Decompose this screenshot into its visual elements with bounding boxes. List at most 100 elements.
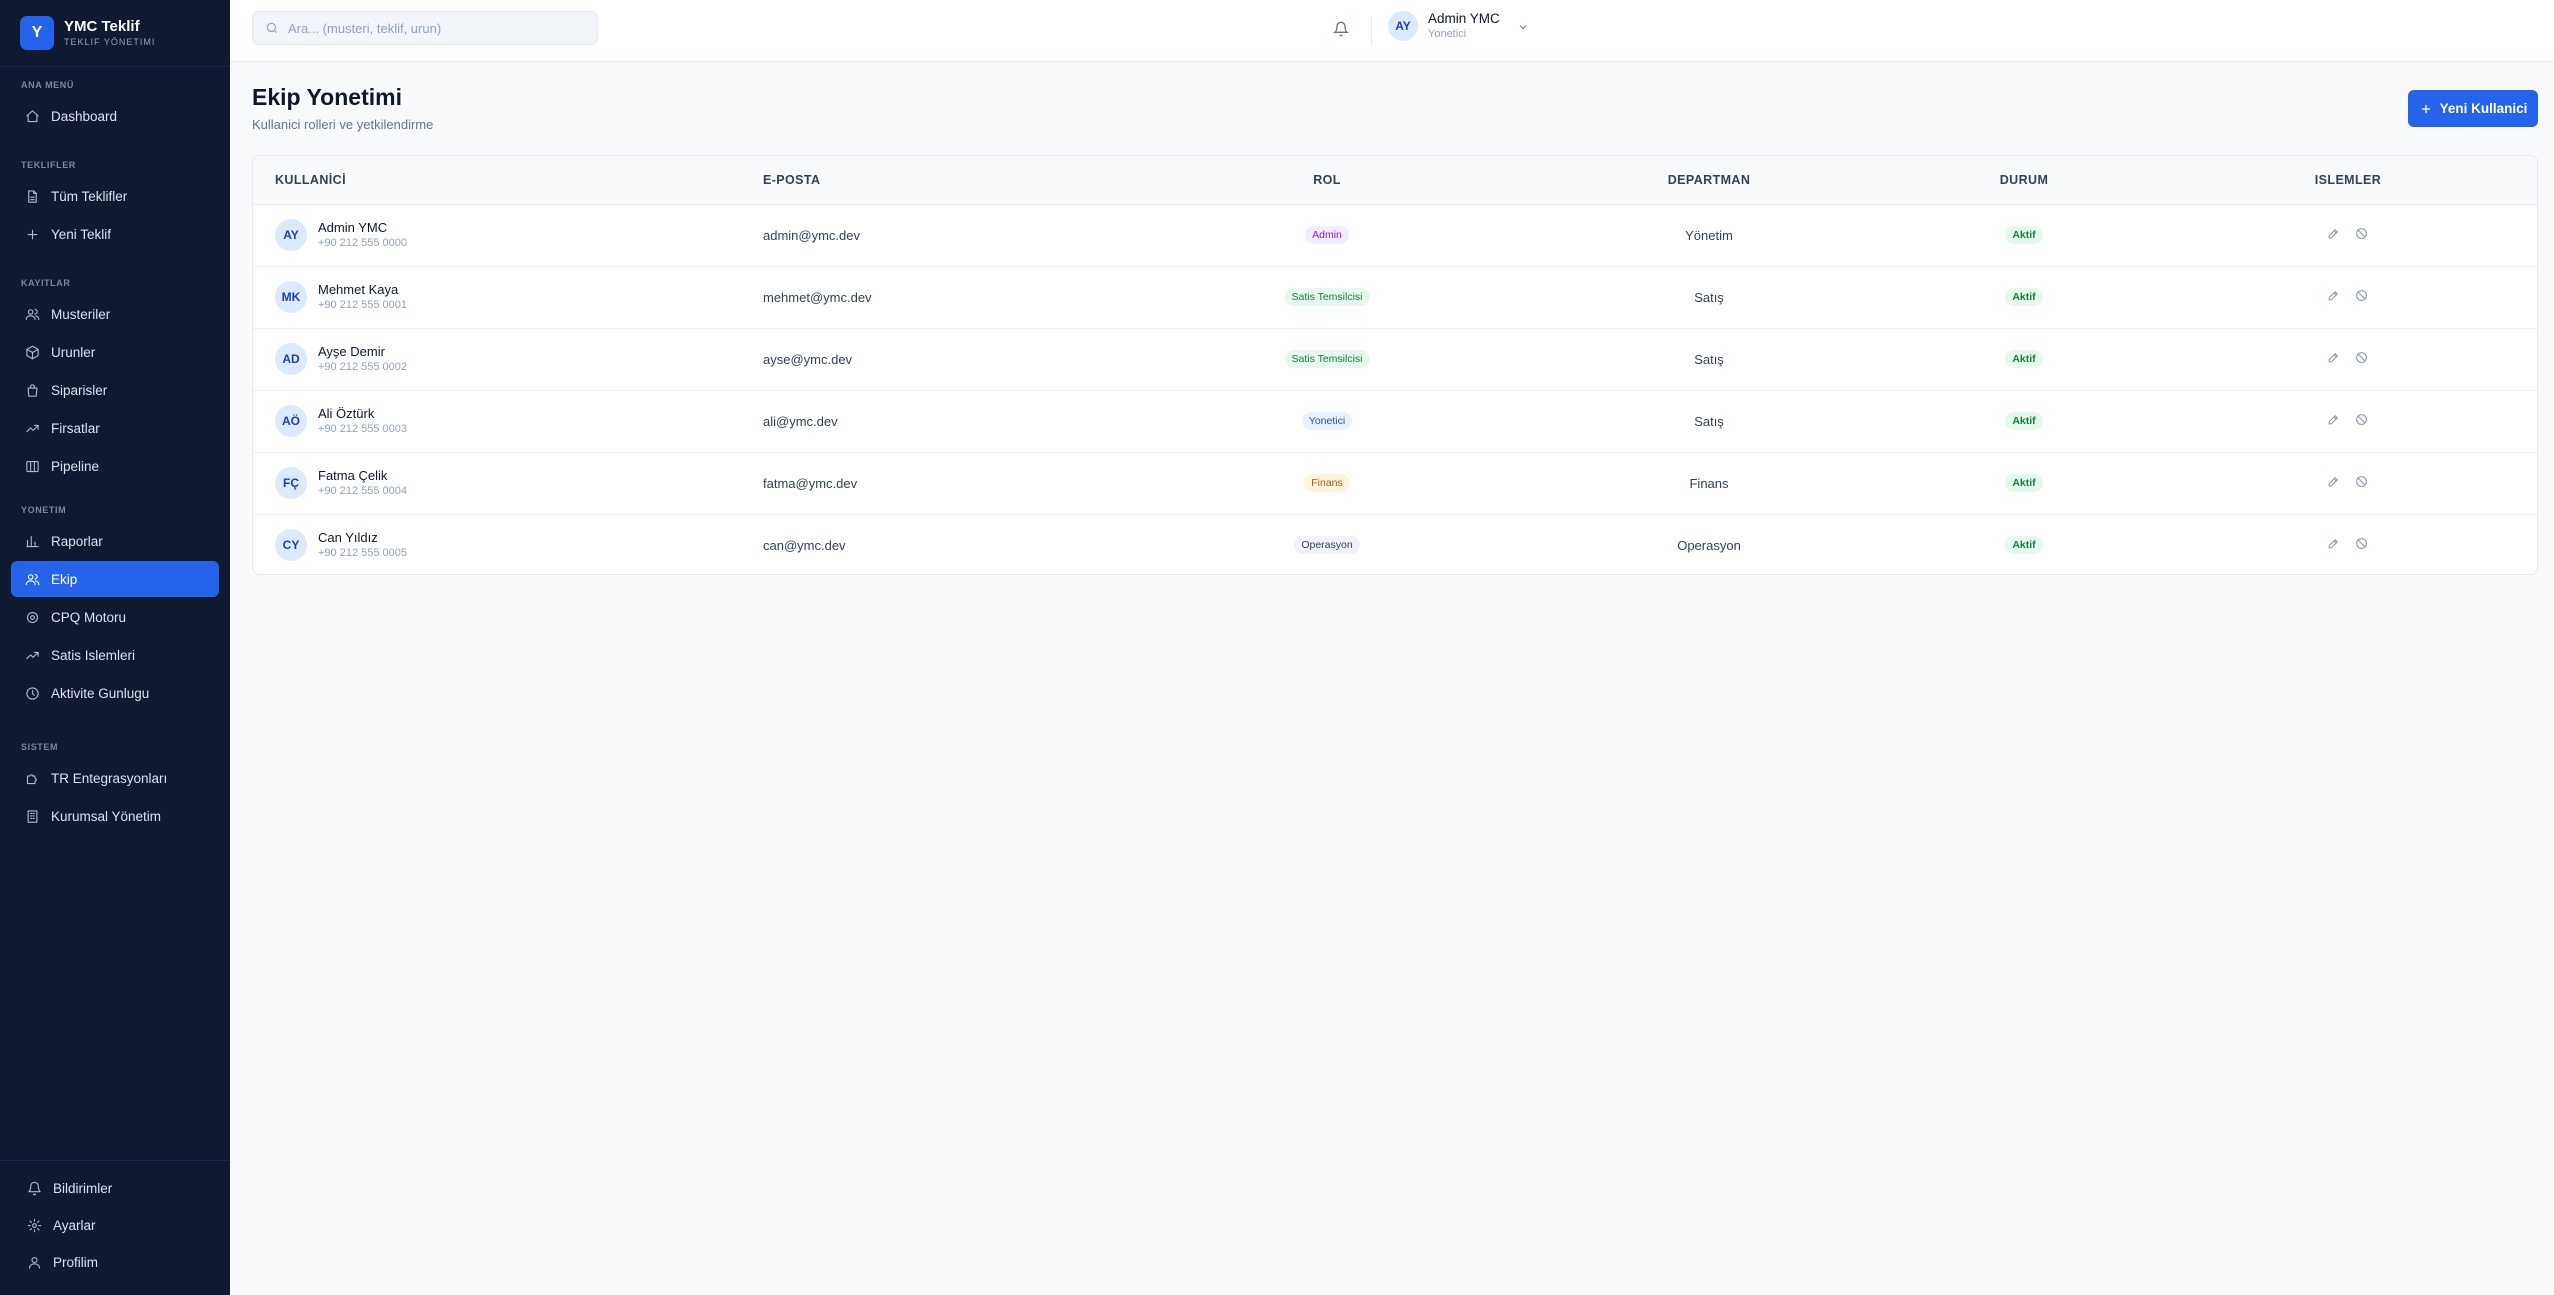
sidebar-item-label: Bildirimler — [53, 1181, 113, 1196]
role-badge: Operasyon — [1294, 536, 1360, 555]
team-table: KULLANİCİ E-POSTA ROL DEPARTMAN DURUM IS… — [253, 156, 2537, 574]
sidebar-item-bildirimler[interactable]: Bildirimler — [13, 1170, 217, 1207]
building-icon — [24, 808, 40, 824]
header-role: ROL — [1125, 156, 1529, 205]
avatar: FÇ — [275, 467, 307, 499]
status-badge: Aktif — [2005, 350, 2043, 368]
role-badge: Satis Temsilcisi — [1284, 288, 1370, 306]
user-cell: AD Ayşe Demir +90 212 555 0002 — [253, 343, 763, 375]
user-role: Yonetici — [1428, 28, 1467, 40]
sidebar-item-ekip[interactable]: Ekip — [11, 561, 219, 597]
nav-section-label: ANA MENÜ — [21, 80, 74, 90]
edit-icon[interactable] — [2327, 537, 2341, 551]
sidebar-item-kurumsal-yonetim[interactable]: Kurumsal Yönetim — [11, 798, 219, 834]
table-row: AÖ Ali Öztürk +90 212 555 0003 ali@ymc.dev Y… — [253, 390, 2537, 452]
sidebar-item-label: Raporlar — [51, 533, 103, 549]
sidebar-item-urunler[interactable]: Urunler — [11, 334, 219, 370]
table-row: CY Can Yıldız +90 212 555 0005 can@ymc.dev O… — [253, 514, 2537, 574]
sidebar-item-tum-teklifler[interactable]: Tüm Teklifler — [11, 178, 219, 214]
department-cell: Satış — [1694, 289, 1724, 305]
sidebar-item-raporlar[interactable]: Raporlar — [11, 523, 219, 559]
deactivate-icon[interactable] — [2355, 351, 2369, 365]
deactivate-icon[interactable] — [2355, 413, 2369, 427]
user-icon — [26, 1255, 42, 1271]
sidebar-item-pipeline[interactable]: Pipeline — [11, 448, 219, 484]
edit-icon[interactable] — [2327, 413, 2341, 427]
bell-icon — [26, 1181, 42, 1197]
sidebar-item-label: Kurumsal Yönetim — [51, 808, 162, 824]
sidebar-item-label: Ayarlar — [53, 1218, 96, 1233]
user-cell: FÇ Fatma Çelik +90 212 555 0004 — [253, 467, 763, 499]
sidebar-item-ayarlar[interactable]: Ayarlar — [13, 1207, 217, 1244]
deactivate-icon[interactable] — [2355, 475, 2369, 489]
edit-icon[interactable] — [2327, 475, 2341, 489]
status-badge: Aktif — [2005, 288, 2043, 306]
user-name: Admin YMC — [1428, 11, 1500, 26]
nav-section-label: KAYITLAR — [21, 278, 71, 288]
department-cell: Operasyon — [1677, 537, 1741, 553]
email-cell: mehmet@ymc.dev — [763, 289, 872, 305]
search-input[interactable] — [288, 20, 578, 36]
user-name-cell: Ali Öztürk — [318, 406, 375, 421]
sidebar-item-siparisler[interactable]: Siparisler — [11, 372, 219, 408]
sidebar-item-label: Urunler — [51, 344, 96, 360]
table-body: AY Admin YMC +90 212 555 0000 admin@ymc.dev… — [253, 204, 2537, 574]
status-badge: Aktif — [2005, 226, 2043, 244]
user-phone: +90 212 555 0004 — [318, 485, 408, 497]
nav-section-label: YONETIM — [21, 505, 67, 515]
edit-icon[interactable] — [2327, 289, 2341, 303]
sidebar-item-yeni-teklif[interactable]: Yeni Teklif — [11, 216, 219, 252]
sidebar-item-label: Satis Islemleri — [51, 647, 136, 663]
bag-icon — [24, 382, 40, 398]
trend-icon — [24, 420, 40, 436]
sidebar-item-tr-entegrasyonlari[interactable]: TR Entegrasyonları — [11, 760, 219, 796]
email-cell: fatma@ymc.dev — [763, 475, 858, 491]
role-badge: Yonetici — [1301, 412, 1353, 430]
deactivate-icon[interactable] — [2355, 537, 2369, 551]
nav-section-label: TEKLIFLER — [21, 160, 76, 170]
sidebar-item-dashboard[interactable]: Dashboard — [11, 98, 219, 134]
user-phone: +90 212 555 0000 — [318, 237, 408, 249]
page-title: Ekip Yonetimi — [252, 84, 402, 110]
sidebar-item-label: Firsatlar — [51, 420, 100, 436]
sidebar-item-label: Siparisler — [51, 382, 108, 398]
department-cell: Finans — [1689, 475, 1729, 491]
sidebar-item-label: Aktivite Gunlugu — [51, 685, 150, 701]
edit-icon[interactable] — [2327, 351, 2341, 365]
deactivate-icon[interactable] — [2355, 227, 2369, 241]
page-subtitle: Kullanici rolleri ve yetkilendirme — [252, 117, 434, 132]
sidebar-item-satis-islemleri[interactable]: Satis Islemleri — [11, 637, 219, 673]
search-box[interactable] — [252, 11, 598, 45]
header-actions: ISLEMLER — [2159, 156, 2537, 205]
edit-icon[interactable] — [2327, 227, 2341, 241]
sidebar-item-label: Yeni Teklif — [51, 226, 112, 242]
brand-logo: Y — [20, 16, 54, 50]
sidebar-item-profilim[interactable]: Profilim — [13, 1244, 217, 1281]
user-menu[interactable]: AY Admin YMC Yonetici — [1388, 11, 1529, 41]
brand[interactable]: Y YMC Teklif TEKLIF YÖNETIMI — [0, 0, 230, 67]
sidebar-item-label: Pipeline — [51, 458, 100, 474]
sidebar-item-firsatlar[interactable]: Firsatlar — [11, 410, 219, 446]
avatar: AD — [275, 343, 307, 375]
sidebar-item-cpq-motoru[interactable]: CPQ Motoru — [11, 599, 219, 635]
users-icon — [24, 306, 40, 322]
topbar-divider — [1371, 17, 1372, 45]
sidebar-item-musteriler[interactable]: Musteriler — [11, 296, 219, 332]
sidebar-item-label: Profilim — [53, 1255, 99, 1270]
sidebar-item-aktivite-gunlugu[interactable]: Aktivite Gunlugu — [11, 675, 219, 711]
notification-bell-icon[interactable] — [1330, 18, 1352, 40]
sidebar-item-label: Tüm Teklifler — [51, 188, 128, 204]
header-status: DURUM — [1889, 156, 2159, 205]
new-user-button[interactable]: Yeni Kullanici — [2408, 90, 2538, 127]
new-user-button-label: Yeni Kullanici — [2439, 101, 2528, 116]
department-cell: Yönetim — [1685, 227, 1733, 243]
status-badge: Aktif — [2005, 536, 2043, 555]
columns-icon — [24, 458, 40, 474]
box-icon — [24, 344, 40, 360]
deactivate-icon[interactable] — [2355, 289, 2369, 303]
role-badge: Satis Temsilcisi — [1284, 350, 1370, 368]
avatar: AY — [275, 219, 307, 251]
brand-title: YMC Teklif — [64, 18, 140, 35]
team-table-card: KULLANİCİ E-POSTA ROL DEPARTMAN DURUM IS… — [252, 155, 2538, 575]
header-department: DEPARTMAN — [1529, 156, 1889, 205]
